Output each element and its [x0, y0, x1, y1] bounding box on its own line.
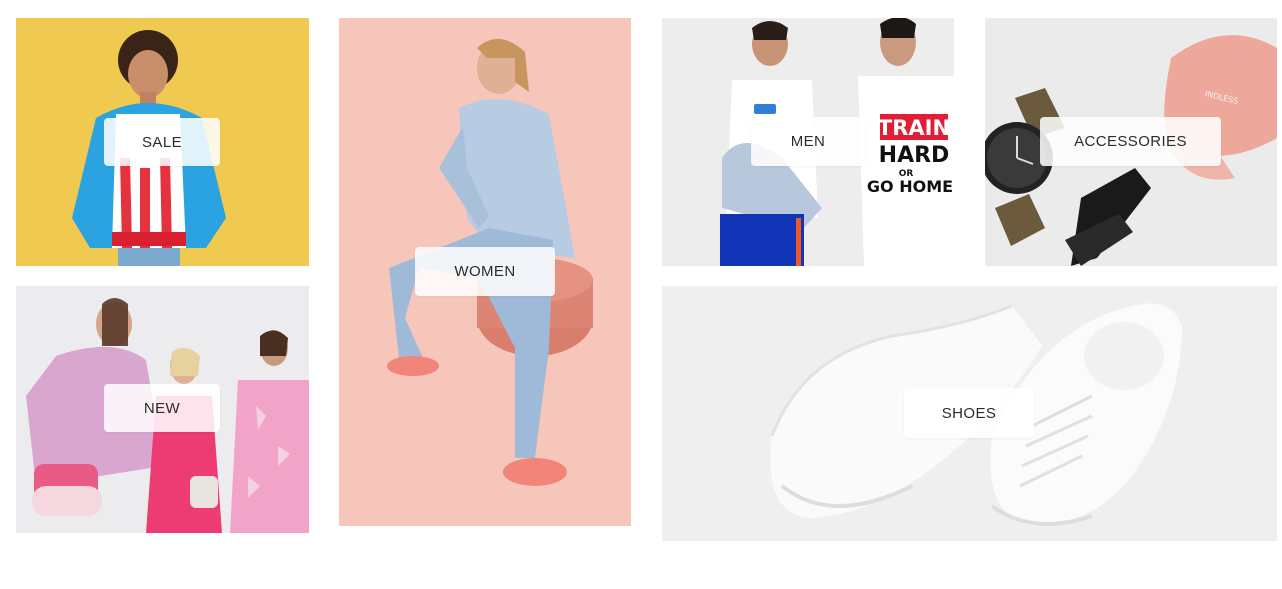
sale-label: SALE: [104, 118, 220, 166]
new-label: NEW: [104, 384, 220, 432]
shoes-label: SHOES: [904, 388, 1034, 438]
category-tile-men[interactable]: TRAIN HARD OR GO HOME MEN: [662, 18, 954, 266]
tshirt-print-line1: TRAIN: [878, 116, 950, 140]
category-tile-sale[interactable]: SALE: [16, 18, 309, 266]
men-label: MEN: [751, 117, 865, 166]
tshirt-print-line4: GO HOME: [867, 177, 953, 196]
category-tile-new[interactable]: NEW: [16, 286, 309, 533]
accessories-label: ACCESSORIES: [1040, 117, 1221, 166]
tshirt-print-line2: HARD: [879, 143, 950, 168]
women-label: WOMEN: [415, 247, 555, 296]
category-tile-women[interactable]: WOMEN: [339, 18, 631, 526]
category-tile-accessories[interactable]: INDLESS ACCESSORIES: [985, 18, 1277, 266]
category-tile-shoes[interactable]: SHOES: [662, 286, 1277, 541]
